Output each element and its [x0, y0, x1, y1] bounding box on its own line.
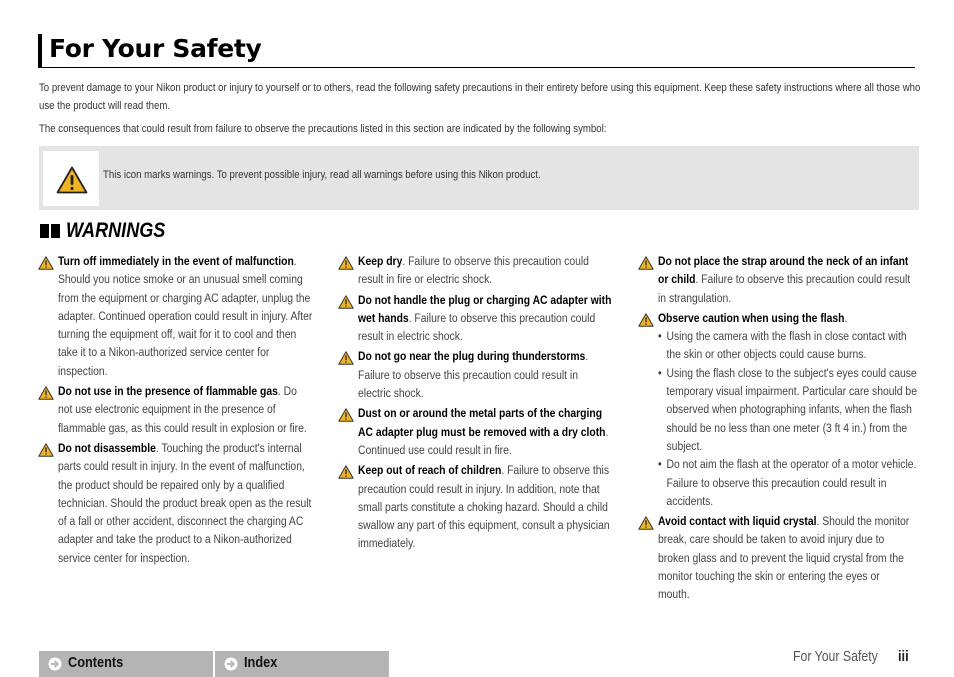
warning-body: . Failure to observe this precaution cou… — [658, 272, 911, 305]
warning-triangle-icon — [338, 294, 354, 309]
warning-text: Observe caution when using the flash. — [658, 309, 913, 327]
contents-label: Contents — [68, 654, 124, 671]
warning-triangle-icon — [638, 516, 654, 530]
warning-body: . Touching the product's internal parts … — [58, 440, 312, 565]
warning-item: Do not disassemble. Touching the product… — [38, 439, 316, 567]
bullet-item: Using the camera with the flash in close… — [658, 327, 917, 364]
warning-triangle-icon — [338, 408, 354, 423]
footer-navigation: Contents Index — [39, 651, 389, 677]
double-square-icon-part — [51, 224, 60, 238]
warning-heading: Turn off immediately in the event of mal… — [58, 254, 294, 268]
warning-body: . — [844, 310, 848, 325]
warning-triangle-icon — [38, 443, 54, 457]
warning-text: Dust on or around the metal parts of the… — [358, 404, 613, 459]
warning-heading: Keep out of reach of children — [358, 463, 502, 478]
warning-text: Avoid contact with liquid crystal. Shoul… — [658, 512, 913, 603]
warning-heading: Do not disassemble — [58, 440, 156, 455]
warning-triangle-icon — [338, 351, 354, 366]
warning-triangle-icon — [38, 386, 54, 400]
page-number: iii — [898, 648, 909, 665]
bullet-item: Using the flash close to the subject's e… — [658, 364, 917, 455]
warnings-column-3: Do not place the strap around the neck o… — [638, 252, 917, 606]
warning-triangle-icon — [638, 313, 654, 327]
warning-item: Keep out of reach of children. Failure t… — [338, 461, 616, 552]
section-title: WARNINGS — [66, 219, 166, 242]
warning-text: Do not go near the plug during thunderst… — [358, 347, 613, 402]
manual-page: For Your Safety To prevent damage to you… — [0, 0, 954, 677]
arrow-right-circle-icon — [48, 657, 62, 671]
symbol-explanation: The consequences that could result from … — [39, 120, 925, 138]
index-button[interactable]: Index — [215, 651, 389, 677]
intro-text-2: The consequences that could result from … — [39, 123, 607, 135]
warnings-column-2: Keep dry. Failure to observe this precau… — [338, 252, 616, 555]
title-accent-bar — [38, 34, 42, 67]
warning-text: Do not handle the plug or charging AC ad… — [358, 291, 613, 346]
warning-text: Do not use in the presence of flammable … — [58, 382, 313, 437]
warning-item: Observe caution when using the flash.Usi… — [638, 309, 917, 510]
warning-item: Dust on or around the metal parts of the… — [338, 404, 616, 459]
warning-heading: Dust on or around the metal parts of the… — [358, 406, 606, 439]
warning-heading: Keep dry — [358, 254, 403, 268]
warning-body: . Should you notice smoke or an unusual … — [58, 254, 313, 378]
bullet-item: Do not aim the flash at the operator of … — [658, 455, 917, 510]
intro-text-1: To prevent damage to your Nikon product … — [39, 82, 921, 112]
warning-item: Keep dry. Failure to observe this precau… — [338, 252, 616, 289]
symbol-legend-box: This icon marks warnings. To prevent pos… — [39, 146, 919, 210]
warning-item: Do not place the strap around the neck o… — [638, 252, 916, 307]
arrow-right-circle-icon — [224, 657, 238, 671]
warning-triangle-icon — [56, 166, 88, 194]
warnings-column-1: Turn off immediately in the event of mal… — [38, 252, 316, 569]
index-label: Index — [244, 654, 278, 671]
bullet-list: Using the camera with the flash in close… — [658, 327, 917, 510]
warning-item: Do not handle the plug or charging AC ad… — [338, 291, 616, 346]
symbol-icon-frame — [43, 151, 99, 206]
warning-item: Avoid contact with liquid crystal. Shoul… — [638, 512, 916, 603]
warning-item: Do not go near the plug during thunderst… — [338, 347, 616, 402]
warning-heading: Do not go near the plug during thunderst… — [358, 349, 586, 364]
warning-triangle-icon — [638, 256, 654, 270]
warning-heading: Avoid contact with liquid crystal — [658, 514, 817, 529]
page-header: For Your Safety — [38, 33, 915, 68]
warning-item: Do not use in the presence of flammable … — [38, 382, 316, 437]
symbol-legend-text: This icon marks warnings. To prevent pos… — [103, 169, 541, 181]
contents-button[interactable]: Contents — [39, 651, 213, 677]
warning-text: Do not disassemble. Touching the product… — [58, 439, 313, 567]
page-title: For Your Safety — [49, 34, 262, 63]
warning-item: Turn off immediately in the event of mal… — [38, 252, 316, 380]
warning-triangle-icon — [38, 256, 54, 270]
warning-heading: Do not use in the presence of flammable … — [58, 384, 278, 399]
warning-text: Keep out of reach of children. Failure t… — [358, 461, 613, 552]
warning-text: Turn off immediately in the event of mal… — [58, 252, 313, 380]
warning-text: Keep dry. Failure to observe this precau… — [358, 252, 613, 289]
intro-paragraph: To prevent damage to your Nikon product … — [39, 79, 925, 115]
warning-heading: Observe caution when using the flash — [658, 310, 845, 325]
warning-triangle-icon — [338, 465, 354, 479]
footer-section-name: For Your Safety — [793, 648, 878, 665]
double-square-icon — [40, 224, 49, 238]
warning-text: Do not place the strap around the neck o… — [658, 252, 913, 307]
warning-triangle-icon — [338, 256, 354, 270]
